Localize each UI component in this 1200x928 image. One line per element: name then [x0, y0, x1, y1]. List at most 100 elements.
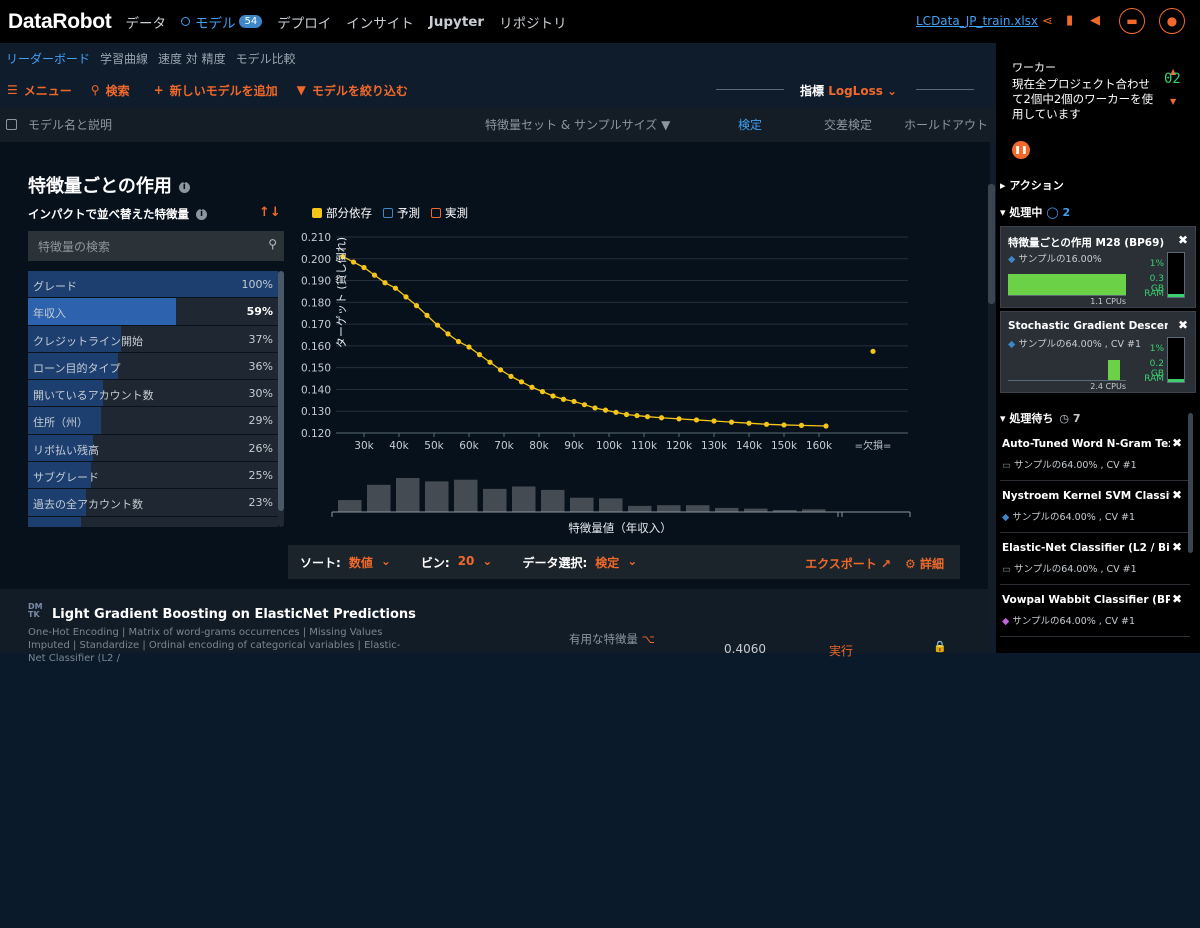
legend-predicted[interactable]: 予測 [383, 205, 420, 221]
legend-actual[interactable]: 実測 [431, 205, 468, 221]
tab-learning-curve[interactable]: 学習曲線 [100, 50, 148, 67]
x-tick-label: 150k [771, 440, 798, 452]
select-all-checkbox[interactable] [6, 119, 17, 130]
feature-row[interactable]: ローン目的タイプ 36% [28, 352, 278, 381]
logo[interactable]: DataRobot [8, 10, 112, 34]
job-sample: ◆ サンプルの64.00% , CV #1 [1002, 512, 1135, 523]
export-button[interactable]: エクスポート ↗ [805, 555, 891, 572]
chevron-down-icon: ⌄ [482, 553, 493, 568]
y-tick-label: 0.200 [301, 254, 331, 266]
tab-model-comparison[interactable]: モデル比較 [236, 50, 296, 67]
histogram-bar [657, 505, 681, 512]
feature-row[interactable]: リボ払い残高 26% [28, 434, 278, 463]
worker-stepper-icon[interactable]: ▲ ▼ [1170, 57, 1176, 117]
job-card: Stochastic Gradient Descent Cla... ✖ ◆ サ… [1000, 311, 1196, 393]
share-icon[interactable]: ⋖ [1042, 14, 1053, 29]
model-row[interactable]: DM TK Light Gradient Boosting on ElasticN… [0, 589, 990, 664]
feature-row[interactable]: 年収入 59% [28, 298, 278, 326]
x-tick-label: 60k [459, 440, 479, 452]
nav-jupyter[interactable]: Jupyter [429, 14, 484, 30]
book-icon[interactable]: ▮ [1066, 13, 1073, 28]
feature-row[interactable] [28, 516, 278, 527]
processing-section[interactable]: ▾ 処理中 ◯ 2 [1000, 204, 1070, 220]
actions-section[interactable]: ▸ アクション [1000, 177, 1064, 193]
partial-dependence-point [781, 422, 787, 428]
queue-section[interactable]: ▾ 処理待ち ◷ 7 [1000, 410, 1080, 426]
close-icon[interactable]: ✖ [1178, 318, 1188, 332]
feature-row[interactable]: 過去の全アカウント数 23% [28, 489, 278, 517]
details-button[interactable]: ⚙ 詳細 [905, 555, 944, 572]
nav-models[interactable]: モデル 54 [180, 12, 263, 32]
sort-control[interactable]: ソート: 数値 ⌄ [300, 554, 391, 571]
megaphone-icon[interactable]: ◀ [1090, 13, 1100, 28]
vowpal-icon: ◆ [1002, 616, 1010, 627]
data-selection-control[interactable]: データ選択: 検定 ⌄ [522, 554, 637, 571]
nav-repository[interactable]: リポジトリ [499, 12, 567, 32]
sort-arrows-icon[interactable]: ↑↓ [259, 205, 281, 220]
feature-row[interactable]: サブグレード 25% [28, 462, 278, 490]
feature-row[interactable]: 開いているアカウント数 30% [28, 380, 278, 408]
scrollbar-thumb[interactable] [278, 271, 284, 511]
nav-deploy[interactable]: デプロイ [277, 12, 331, 32]
bins-control[interactable]: ビン: 20 ⌄ [421, 554, 493, 571]
close-icon[interactable]: ✖ [1172, 592, 1182, 606]
chart-legend: 部分依存 予測 実測 [312, 205, 479, 221]
feature-impact: 26% [248, 441, 273, 455]
col-holdout[interactable]: ホールドアウト [904, 116, 988, 133]
user-icon[interactable]: ● [1159, 8, 1185, 34]
queue-count: 7 [1072, 412, 1081, 425]
nav-insights[interactable]: インサイト [346, 12, 414, 32]
info-icon[interactable]: i [178, 181, 190, 193]
model-name[interactable]: Light Gradient Boosting on ElasticNet Pr… [52, 607, 416, 622]
feature-list-title: インパクトで並べ替えた特徴量 i [28, 206, 207, 222]
feature-search-input[interactable]: 特徴量の検索 ⚲ [28, 231, 284, 261]
partial-dependence-point [823, 423, 829, 429]
col-featureset[interactable]: 特徴量セット & サンプルサイズ ▼ [485, 116, 670, 133]
menu-button[interactable]: ☰ メニュー [7, 82, 72, 99]
feature-row[interactable]: クレジットライン開始 37% [28, 325, 278, 353]
pause-icon[interactable]: ❚❚ [1012, 141, 1030, 159]
worker-count: 02 [1164, 71, 1181, 87]
col-cross-validation[interactable]: 交差検定 [824, 116, 872, 133]
y-tick-label: 0.140 [301, 384, 331, 396]
feature-impact: 25% [248, 469, 273, 483]
filter-models-button[interactable]: ▼ モデルを絞り込む [297, 82, 408, 99]
feature-list-scrollbar[interactable] [278, 271, 284, 527]
checkbox[interactable] [431, 208, 441, 218]
add-model-button[interactable]: + 新しいモデルを追加 [154, 82, 278, 99]
feature-row[interactable]: 住所（州） 29% [28, 407, 278, 435]
histogram-bar [425, 481, 449, 512]
main-nav: データ モデル 54 デプロイ インサイト Jupyter リポジトリ [125, 12, 581, 32]
tab-leaderboard[interactable]: リーダーボード [6, 50, 90, 67]
worker-scrollbar[interactable] [1188, 413, 1193, 553]
close-icon[interactable]: ✖ [1172, 540, 1182, 554]
cpu-pct: 1% [1149, 259, 1164, 269]
col-model-name[interactable]: モデル名と説明 [28, 116, 112, 133]
partial-dependence-point [763, 421, 770, 427]
feature-name: クレジットライン開始 [33, 334, 143, 348]
project-file-link[interactable]: LCData_JP_train.xlsx [916, 14, 1038, 28]
close-icon[interactable]: ✖ [1178, 233, 1188, 247]
info-icon[interactable]: i [196, 209, 207, 220]
tab-speed-vs-accuracy[interactable]: 速度 対 精度 [158, 50, 226, 67]
model-type-icon: DM TK [28, 602, 43, 619]
feature-row[interactable]: グレード 100% [28, 271, 278, 299]
y-tick-label: 0.150 [301, 363, 331, 375]
metric-selector[interactable]: 指標 LogLoss ⌄ [800, 82, 897, 99]
col-validation[interactable]: 検定 [738, 116, 762, 133]
y-tick-label: 0.160 [301, 341, 331, 353]
nav-data[interactable]: データ [125, 12, 166, 32]
close-icon[interactable]: ✖ [1172, 488, 1182, 502]
leaderboard-scrollbar[interactable] [988, 184, 995, 624]
folder-icon[interactable]: ▬ [1119, 8, 1145, 34]
job-sample: ◆ サンプルの64.00% , CV #1 [1002, 616, 1135, 627]
checkbox[interactable] [383, 208, 393, 218]
close-icon[interactable]: ✖ [1172, 436, 1182, 450]
feature-name: 年収入 [33, 307, 66, 321]
feature-name: 開いているアカウント数 [33, 389, 154, 403]
run-cv-link[interactable]: 実行 [829, 642, 853, 659]
scrollbar-thumb[interactable] [988, 184, 995, 304]
checkbox-checked[interactable] [312, 208, 322, 218]
search-button[interactable]: ⚲ 検索 [91, 82, 130, 99]
legend-partial-dependence[interactable]: 部分依存 [312, 205, 372, 221]
